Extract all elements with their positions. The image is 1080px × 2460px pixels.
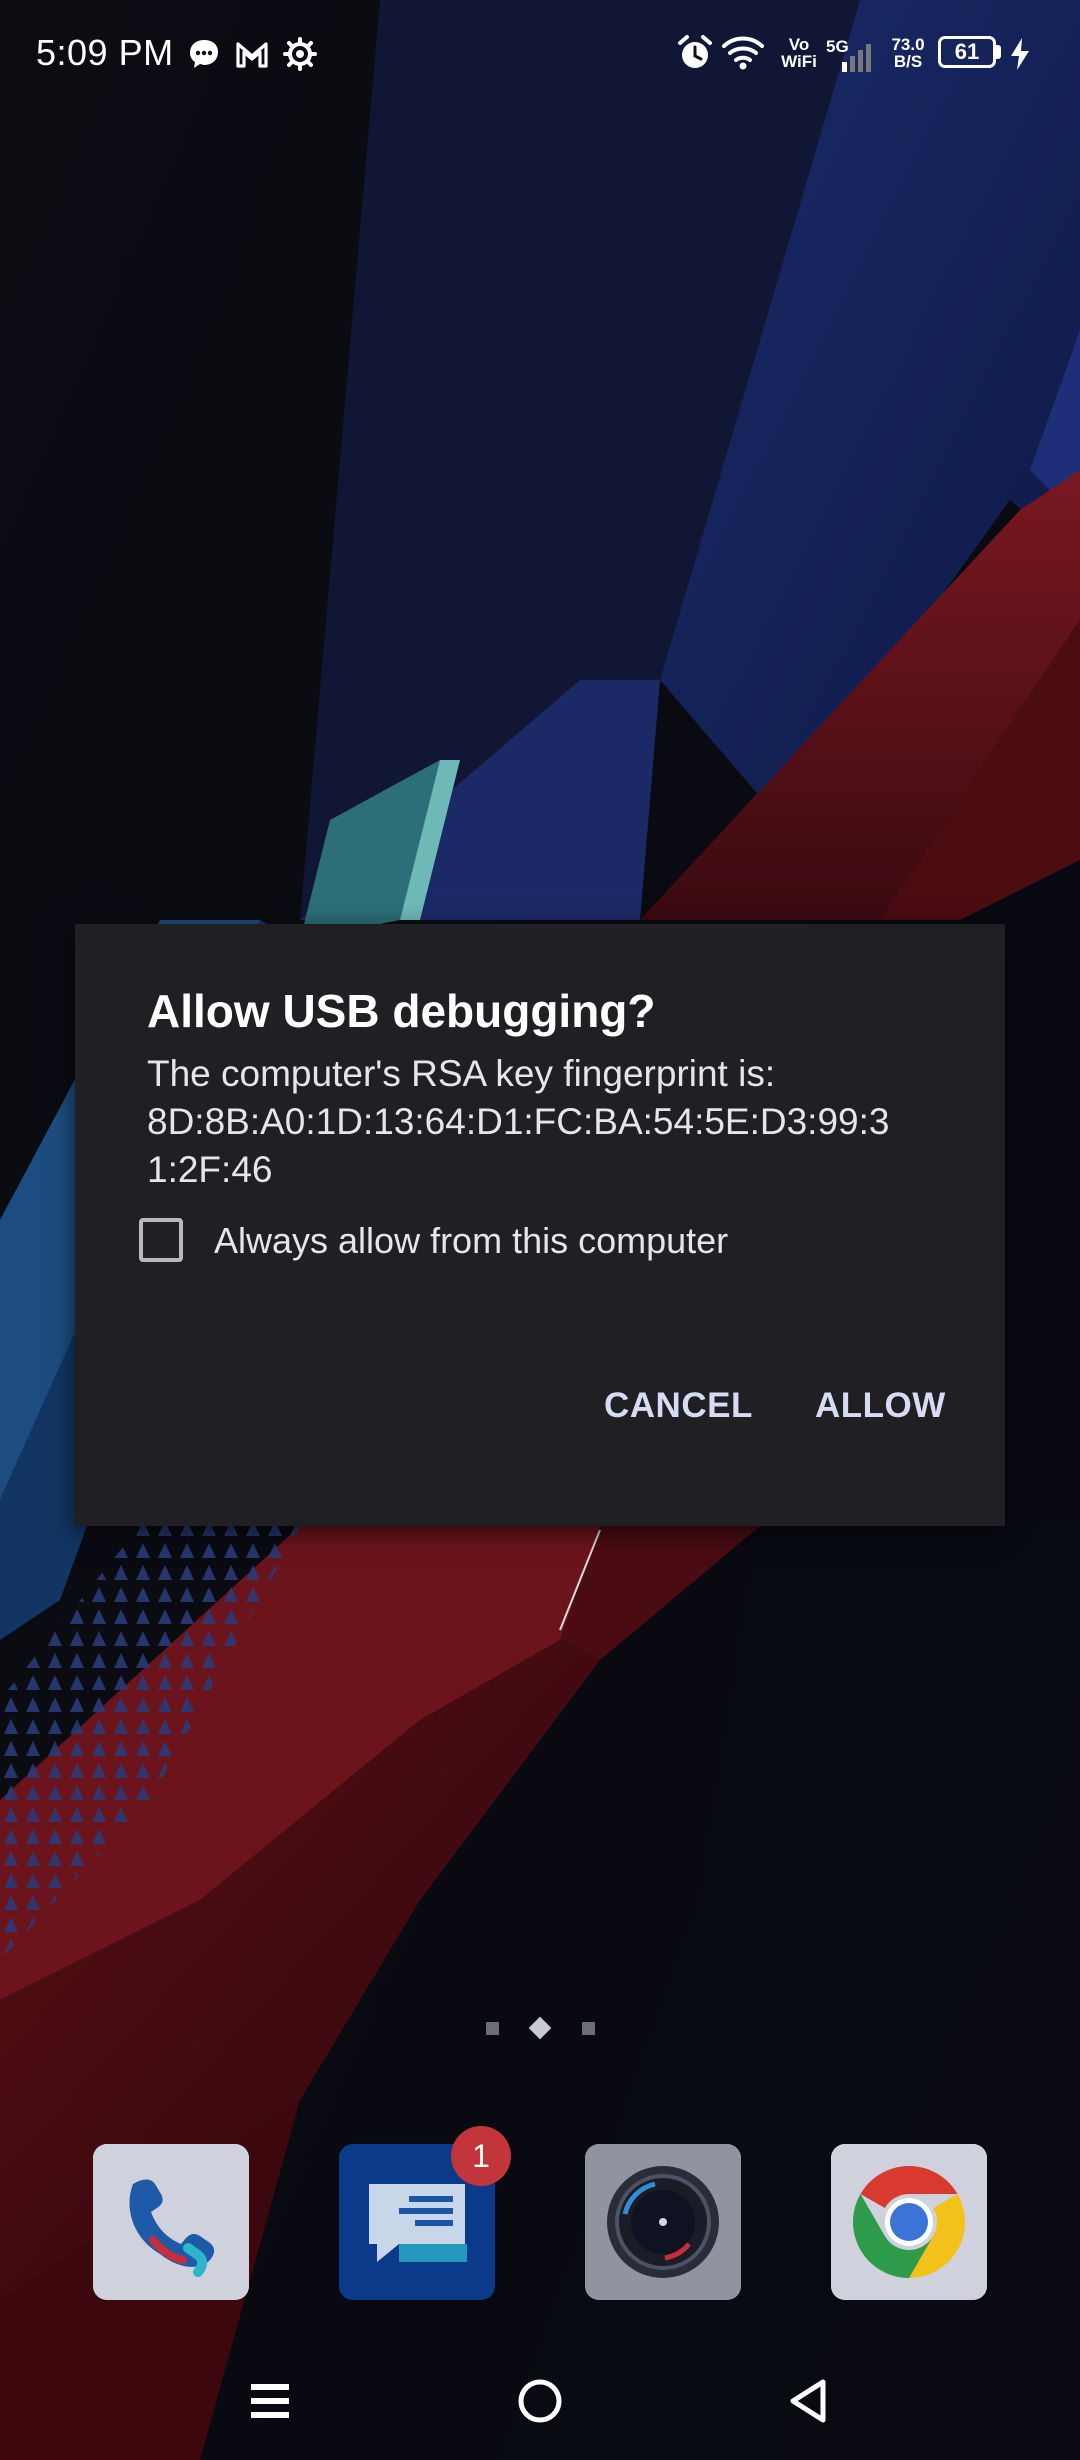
chat-bubble-icon — [186, 36, 222, 72]
notification-badge: 1 — [451, 2126, 511, 2186]
camera-icon — [585, 2144, 741, 2300]
vowifi-indicator: Vo WiFi — [781, 35, 817, 71]
message-text: The computer's RSA key fingerprint is: — [147, 1053, 776, 1094]
alarm-icon — [676, 34, 714, 77]
menu-icon[interactable] — [235, 2370, 305, 2432]
always-allow-label[interactable]: Always allow from this computer — [214, 1220, 728, 1262]
settings-gear-icon — [282, 36, 318, 72]
back-icon[interactable] — [775, 2370, 845, 2432]
fingerprint-line-1: 8D:8B:A0:1D:13:64:D1:FC:BA:54:5E:D3:99:3 — [147, 1101, 890, 1142]
gmail-icon — [234, 36, 270, 72]
dialog-message: The computer's RSA key fingerprint is: 8… — [147, 1050, 947, 1194]
charging-bolt-icon — [1008, 36, 1032, 77]
phone-icon — [93, 2144, 249, 2300]
usb-debugging-dialog: Allow USB debugging? The computer's RSA … — [75, 924, 1005, 1526]
phone-app[interactable] — [93, 2144, 249, 2300]
network-speed: 73.0 B/S — [891, 35, 925, 71]
fingerprint-line-2: 1:2F:46 — [147, 1149, 273, 1190]
battery-icon: 61 — [938, 36, 996, 68]
battery-tip — [996, 45, 1001, 59]
allow-button[interactable]: ALLOW — [815, 1386, 946, 1426]
chrome-icon — [831, 2144, 987, 2300]
always-allow-row[interactable]: Always allow from this computer — [139, 1216, 859, 1272]
chrome-app[interactable] — [831, 2144, 987, 2300]
camera-app[interactable] — [585, 2144, 741, 2300]
page-dot — [486, 2022, 499, 2035]
always-allow-checkbox[interactable] — [139, 1218, 183, 1262]
home-icon[interactable] — [505, 2370, 575, 2432]
wifi-icon — [722, 34, 764, 77]
signal-icon — [840, 44, 876, 77]
status-bar: 5:09 PM Vo WiFi 5G 73.0 B/S 61 — [0, 0, 1080, 110]
cancel-button[interactable]: CANCEL — [604, 1386, 753, 1426]
dialog-title: Allow USB debugging? — [147, 985, 656, 1037]
clock: 5:09 PM — [36, 32, 174, 73]
phone-screen: 5:09 PM Vo WiFi 5G 73.0 B/S 61 Allow USB… — [0, 0, 1080, 2460]
page-dot — [582, 2022, 595, 2035]
